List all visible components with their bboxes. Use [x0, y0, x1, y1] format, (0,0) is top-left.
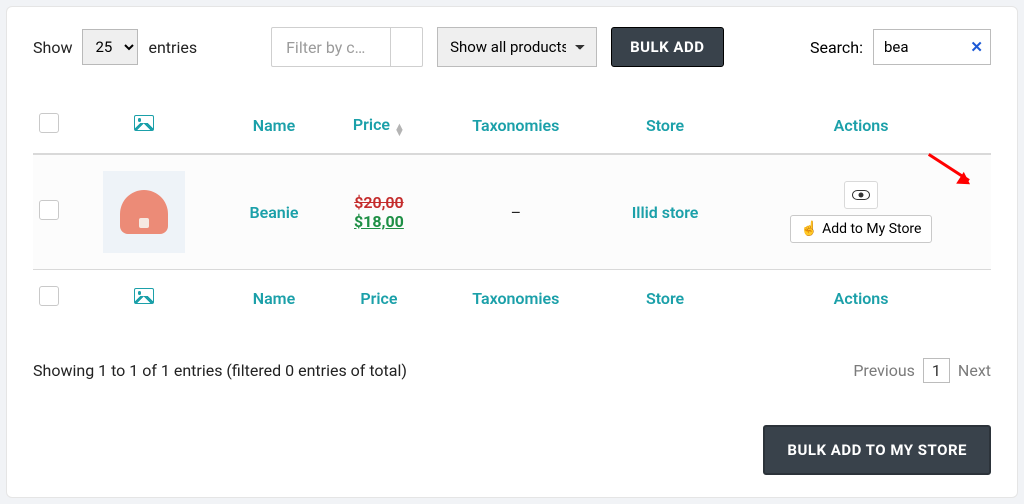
pointer-icon: ☝ — [801, 222, 818, 236]
bulk-add-to-my-store-button[interactable]: BULK ADD TO MY STORE — [763, 425, 991, 475]
current-page[interactable]: 1 — [923, 358, 950, 383]
image-column-icon — [134, 288, 154, 304]
product-thumbnail[interactable] — [103, 171, 185, 253]
table-info: Showing 1 to 1 of 1 entries (filtered 0 … — [33, 361, 407, 380]
image-column-icon — [134, 115, 154, 131]
product-name-link[interactable]: Beanie — [249, 203, 298, 222]
clear-search-icon[interactable]: ✕ — [970, 38, 983, 56]
filter-category-button[interactable]: Filter by c… — [271, 27, 391, 67]
search-label: Search: — [810, 38, 863, 57]
entries-label: entries — [148, 38, 197, 57]
select-all-checkbox-footer[interactable] — [39, 286, 59, 306]
col-name[interactable]: Name — [223, 97, 325, 154]
view-button[interactable] — [844, 181, 878, 209]
eye-icon — [852, 190, 870, 200]
footer-col-price[interactable]: Price — [325, 270, 432, 327]
col-store[interactable]: Store — [599, 97, 731, 154]
col-price[interactable]: Price▲▼ — [325, 97, 432, 154]
filter-category-toggle[interactable] — [391, 27, 423, 67]
footer-col-actions: Actions — [731, 270, 991, 327]
select-all-checkbox[interactable] — [39, 113, 59, 133]
col-actions: Actions — [731, 97, 991, 154]
price-new: $18,00 — [331, 212, 426, 231]
show-label: Show — [33, 38, 72, 57]
prev-page[interactable]: Previous — [853, 361, 915, 380]
bulk-add-button[interactable]: BULK ADD — [611, 27, 723, 67]
product-type-select[interactable]: Show all products — [437, 27, 597, 67]
footer-col-taxonomies[interactable]: Taxonomies — [433, 270, 599, 327]
footer-col-name[interactable]: Name — [223, 270, 325, 327]
beanie-icon — [120, 190, 168, 234]
taxonomies-value: – — [433, 154, 599, 270]
col-taxonomies[interactable]: Taxonomies — [433, 97, 599, 154]
footer-col-store[interactable]: Store — [599, 270, 731, 327]
table-row: Beanie $20,00 $18,00 – Illid store ☝ Add… — [33, 154, 991, 270]
add-to-my-store-button[interactable]: ☝ Add to My Store — [790, 215, 933, 243]
row-checkbox[interactable] — [39, 200, 59, 220]
pagination: Previous 1 Next — [853, 358, 991, 383]
next-page[interactable]: Next — [958, 361, 991, 380]
per-page-select[interactable]: 25 — [82, 29, 138, 65]
store-link[interactable]: Illid store — [632, 203, 699, 222]
price-old: $20,00 — [331, 193, 426, 212]
